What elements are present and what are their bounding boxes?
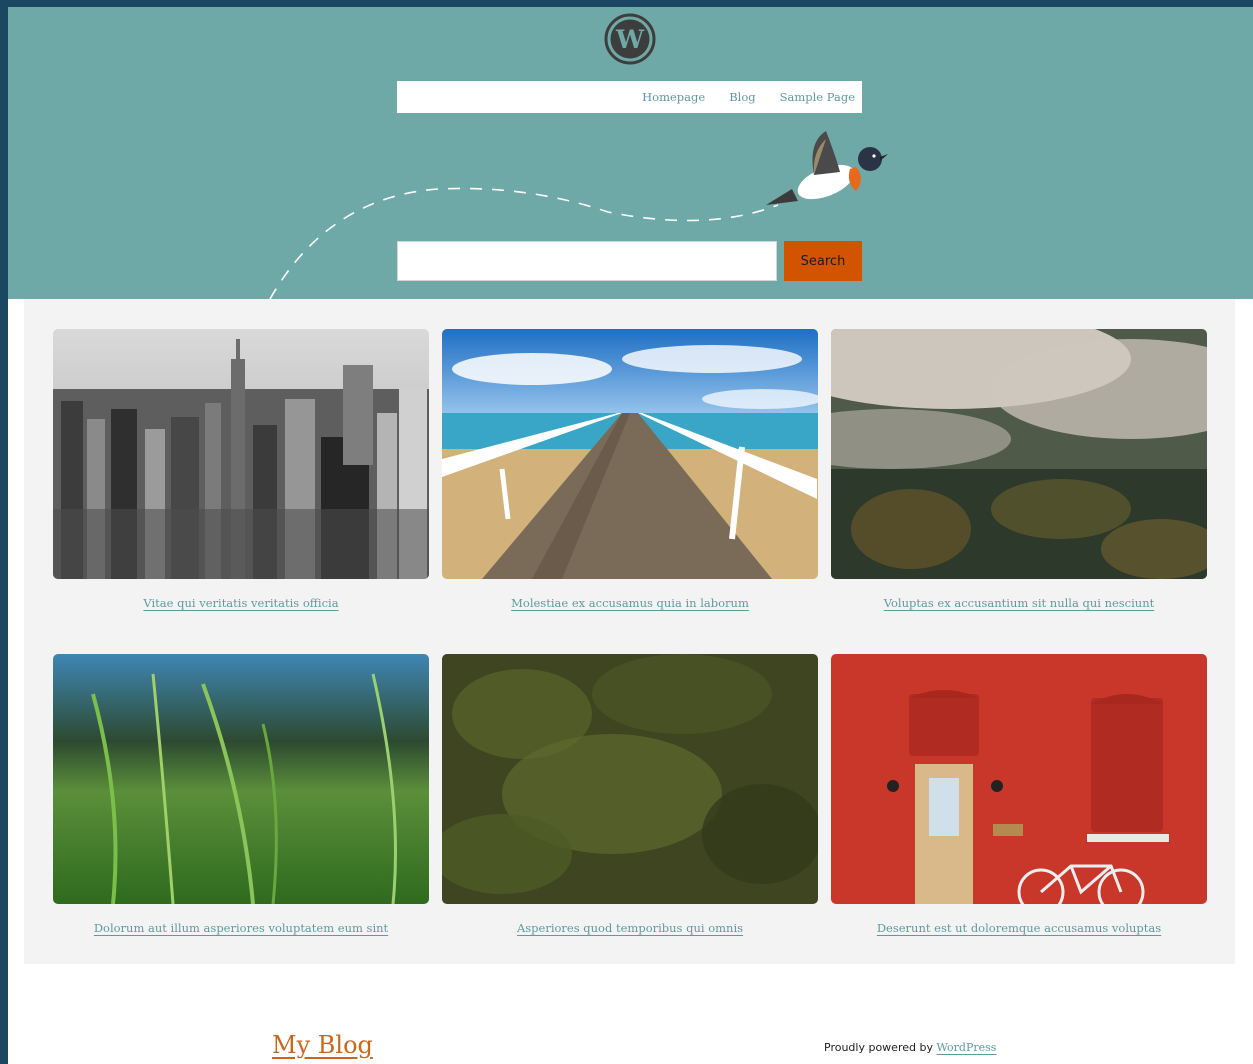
post-card: Deserunt est ut doloremque accusamus vol…	[831, 654, 1207, 935]
post-thumbnail-link[interactable]	[53, 654, 429, 904]
search-button[interactable]: Search	[784, 241, 862, 281]
bird-illustration	[766, 131, 888, 205]
footer-credit: Proudly powered by WordPress	[824, 1041, 996, 1054]
post-thumbnail-link[interactable]	[442, 329, 818, 579]
page: W Homepage Blog Sample Page Search Vitae…	[8, 7, 1253, 1064]
powered-by-text: Proudly powered by	[824, 1041, 933, 1054]
pier-beach-image	[442, 329, 818, 579]
grass-field-image	[53, 654, 429, 904]
nav-link-sample-page[interactable]: Sample Page	[780, 90, 855, 104]
post-card: Asperiores quod temporibus qui omnis	[442, 654, 818, 935]
post-thumbnail-link[interactable]	[831, 329, 1207, 579]
site-header: W Homepage Blog Sample Page Search	[8, 7, 1253, 299]
city-skyline-image	[53, 329, 429, 579]
post-thumbnail-link[interactable]	[831, 654, 1207, 904]
post-card: Vitae qui veritatis veritatis officia	[53, 329, 429, 610]
svg-text:W: W	[615, 25, 645, 54]
post-title-link[interactable]: Deserunt est ut doloremque accusamus vol…	[877, 921, 1161, 935]
post-card: Dolorum aut illum asperiores voluptatem …	[53, 654, 429, 935]
wordpress-link[interactable]: WordPress	[936, 1041, 996, 1054]
misty-forest-image	[831, 329, 1207, 579]
post-title-link[interactable]: Molestiae ex accusamus quia in laborum	[511, 596, 749, 610]
post-title-link[interactable]: Asperiores quod temporibus qui omnis	[517, 921, 743, 935]
post-thumbnail-link[interactable]	[53, 329, 429, 579]
red-brick-door-image	[831, 654, 1207, 904]
wordpress-logo-icon[interactable]: W	[604, 13, 656, 65]
post-title-link[interactable]: Vitae qui veritatis veritatis officia	[143, 596, 338, 610]
post-thumbnail-link[interactable]	[442, 654, 818, 904]
moss-texture-image	[442, 654, 818, 904]
nav-link-homepage[interactable]: Homepage	[642, 90, 705, 104]
primary-navigation: Homepage Blog Sample Page	[397, 81, 862, 113]
search-input[interactable]	[397, 241, 777, 281]
footer-site-title[interactable]: My Blog	[272, 1031, 373, 1059]
post-card: Molestiae ex accusamus quia in laborum	[442, 329, 818, 610]
nav-link-blog[interactable]: Blog	[729, 90, 755, 104]
post-title-link[interactable]: Voluptas ex accusantium sit nulla qui ne…	[884, 596, 1154, 610]
post-card: Voluptas ex accusantium sit nulla qui ne…	[831, 329, 1207, 610]
post-title-link[interactable]: Dolorum aut illum asperiores voluptatem …	[94, 921, 388, 935]
post-gallery: Vitae qui veritatis veritatis officia Mo…	[24, 299, 1235, 964]
